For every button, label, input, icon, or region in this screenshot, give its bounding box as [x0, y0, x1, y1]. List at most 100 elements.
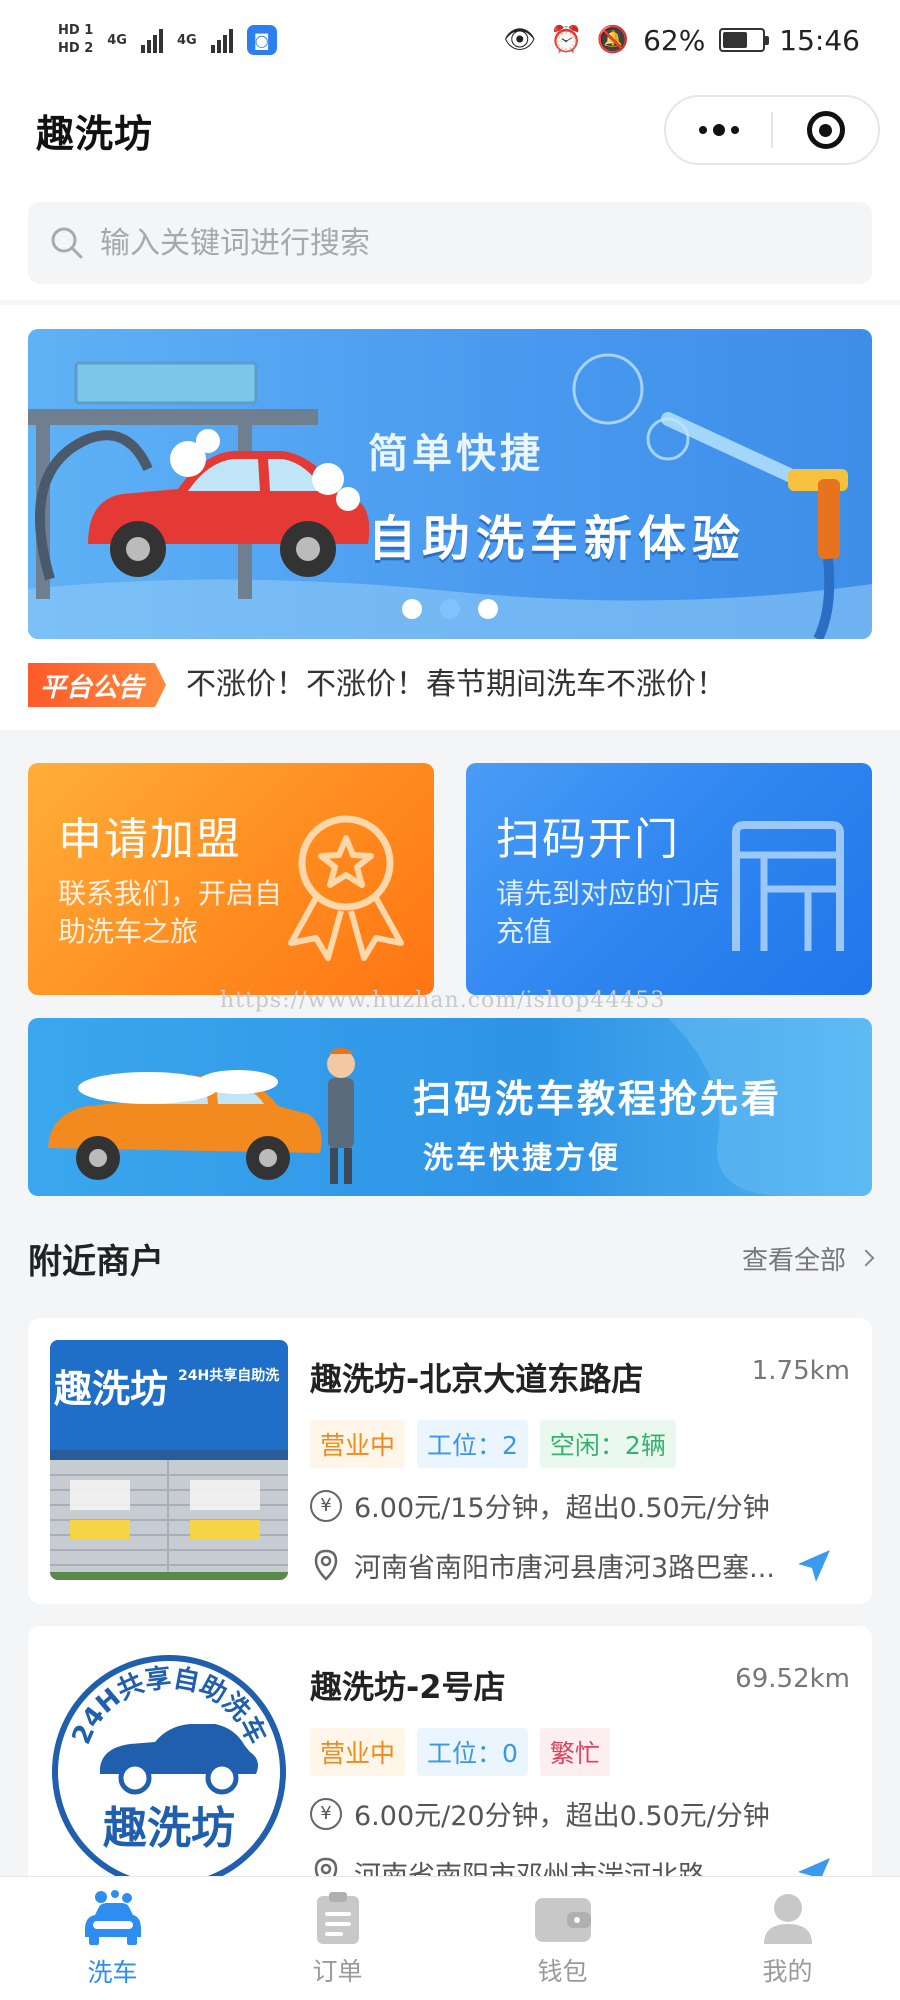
- target-icon: [806, 111, 845, 149]
- announcement-text: 不涨价！不涨价！春节期间洗车不涨价！: [186, 657, 726, 713]
- award-medal-icon: [288, 815, 404, 961]
- store-sign-text: 趣洗坊: [54, 1367, 168, 1411]
- merchant-name: 趣洗坊-2号店: [310, 1668, 506, 1706]
- tab-label: 钱包: [537, 1956, 588, 1986]
- merchant-address: 河南省南阳市唐河县唐河3路巴塞...: [310, 1546, 810, 1585]
- order-icon: [316, 1891, 359, 1944]
- carousel-dot[interactable]: [478, 599, 498, 619]
- clock-time: 15:46: [779, 23, 860, 57]
- mute-bell-icon: 🔕: [596, 25, 630, 55]
- app-notification-icon: ◙: [246, 25, 277, 55]
- banner-line2: 自助洗车新体验: [368, 511, 747, 567]
- tab-car-wash[interactable]: 洗车: [0, 1877, 225, 2000]
- tab-profile[interactable]: 我的: [675, 1877, 900, 2000]
- location-pin-icon: [314, 1549, 338, 1581]
- search-section: [0, 180, 900, 300]
- tab-orders[interactable]: 订单: [225, 1877, 450, 2000]
- franchise-title: 申请加盟: [58, 814, 242, 865]
- slots-badge: 工位：2: [417, 1420, 528, 1468]
- nav-bar: 趣洗坊: [0, 80, 900, 180]
- network-label-2: 4G: [176, 32, 197, 48]
- merchant-card[interactable]: 24H共享自助洗车 趣洗坊 趣洗坊-2号店 69.52km 营业中 工位：0 繁…: [28, 1626, 872, 1912]
- battery-percent: 62%: [643, 23, 706, 57]
- yen-coin-icon: ¥: [310, 1489, 342, 1522]
- network-label-1: 4G: [107, 32, 127, 48]
- banner-line1: 简单快捷: [368, 431, 544, 477]
- carousel-dot[interactable]: [402, 599, 422, 619]
- tab-wallet[interactable]: 钱包: [450, 1877, 675, 2000]
- tab-label: 订单: [312, 1956, 363, 1986]
- status-left: HD 1 HD 2 4G 4G ◙: [58, 22, 277, 58]
- profile-icon: [763, 1893, 812, 1944]
- slots-badge: 工位：0: [417, 1728, 528, 1776]
- merchant-tags: 营业中 工位：2 空闲：2辆: [310, 1420, 676, 1468]
- watermark-text: https://www.huzhan.com/ishop44453: [220, 988, 666, 1013]
- tutorial-line2: 洗车快捷方便: [423, 1141, 621, 1176]
- brand-logo-image: 24H共享自助洗车 趣洗坊: [50, 1648, 288, 1888]
- hd1-label: HD 1: [58, 23, 94, 38]
- close-miniprogram-button[interactable]: [773, 97, 878, 163]
- merchant-tags: 营业中 工位：0 繁忙: [310, 1728, 610, 1776]
- signal-icon: [140, 27, 163, 53]
- carousel-indicator: [28, 599, 872, 619]
- alarm-icon: ⏰: [550, 25, 583, 55]
- announcement-bar[interactable]: 平台公告 不涨价！不涨价！春节期间洗车不涨价！: [28, 657, 872, 713]
- address-text: 河南省南阳市唐河县唐河3路巴塞...: [354, 1553, 775, 1584]
- search-input[interactable]: [100, 225, 850, 261]
- tab-label: 洗车: [87, 1957, 138, 1987]
- app-screen: HD 1 HD 2 4G 4G ◙ 👁 ⏰ 🔕 62% 15:46 趣洗坊 输入…: [0, 0, 900, 2000]
- logo-brand-text: 趣洗坊: [103, 1803, 235, 1854]
- availability-badge: 空闲：2辆: [539, 1420, 676, 1468]
- page-title: 趣洗坊: [36, 111, 154, 156]
- wallet-icon: [534, 1897, 591, 1942]
- merchant-distance: 1.75km: [751, 1356, 850, 1386]
- yen-coin-icon: ¥: [310, 1797, 342, 1830]
- tutorial-banner[interactable]: 扫码洗车教程抢先看 洗车快捷方便: [28, 1018, 872, 1196]
- merchant-price: ¥ 6.00元/20分钟，超出0.50元/分钟: [310, 1794, 770, 1833]
- announcement-line: 不涨价！不涨价！春节期间洗车不涨价！: [186, 667, 727, 702]
- view-all-label: 查看全部: [741, 1245, 846, 1276]
- banner-section: 简单快捷 自助洗车新体验 平台公告 不涨价！不涨价！春节期间洗车不涨价！: [0, 305, 900, 730]
- franchise-subtitle: 联系我们，开启自助洗车之旅: [58, 877, 283, 948]
- bottom-tab-bar: 洗车 订单 钱包 我的: [0, 1876, 900, 2000]
- more-dots-icon: [698, 124, 739, 136]
- storefront-image: 趣洗坊 24H共享自助洗: [50, 1340, 288, 1580]
- hd-indicators: HD 1 HD 2: [58, 22, 93, 58]
- view-all-link[interactable]: 查看全部: [741, 1240, 875, 1277]
- status-badge: 营业中: [310, 1420, 406, 1468]
- merchant-photo: 趣洗坊 24H共享自助洗: [50, 1340, 288, 1580]
- banner-illustration: [28, 353, 872, 639]
- tutorial-line1: 扫码洗车教程抢先看: [413, 1077, 783, 1121]
- nearby-header: 附近商户 查看全部: [28, 1228, 875, 1288]
- car-wash-icon: [84, 1889, 141, 1945]
- chevron-right-icon: [857, 1249, 875, 1267]
- scan-subtitle: 请先到对应的门店充值: [496, 877, 721, 948]
- merchant-card[interactable]: 趣洗坊 24H共享自助洗 趣洗坊-北京大道东路店 1.75km 营业中 工位：2…: [28, 1318, 872, 1604]
- merchant-logo: 24H共享自助洗车 趣洗坊: [50, 1648, 288, 1888]
- eye-icon: 👁: [503, 25, 537, 55]
- status-right: 👁 ⏰ 🔕 62% 15:46: [503, 24, 860, 57]
- status-badge: 营业中: [310, 1728, 406, 1776]
- merchant-price: ¥ 6.00元/15分钟，超出0.50元/分钟: [310, 1486, 770, 1525]
- scan-open-door-card[interactable]: 扫码开门 请先到对应的门店充值: [466, 763, 872, 995]
- battery-icon: [719, 28, 770, 52]
- signal-icon-2: [210, 27, 233, 53]
- status-bar: HD 1 HD 2 4G 4G ◙ 👁 ⏰ 🔕 62% 15:46: [0, 0, 900, 80]
- banner-carousel[interactable]: 简单快捷 自助洗车新体验: [28, 329, 872, 639]
- more-button[interactable]: [666, 97, 771, 163]
- tab-label: 我的: [762, 1956, 813, 1986]
- carousel-dot-active[interactable]: [440, 599, 460, 619]
- nearby-title: 附近商户: [28, 1241, 164, 1282]
- announcement-tag: 平台公告: [28, 663, 167, 707]
- navigate-arrow-icon[interactable]: [796, 1548, 832, 1584]
- search-bar[interactable]: [28, 202, 872, 284]
- price-text: 6.00元/20分钟，超出0.50元/分钟: [354, 1801, 770, 1832]
- price-text: 6.00元/15分钟，超出0.50元/分钟: [354, 1493, 770, 1524]
- gate-door-icon: [732, 821, 844, 951]
- merchant-name: 趣洗坊-北京大道东路店: [310, 1360, 644, 1398]
- apply-franchise-card[interactable]: 申请加盟 联系我们，开启自助洗车之旅: [28, 763, 434, 995]
- availability-badge: 繁忙: [539, 1728, 610, 1776]
- miniprogram-capsule: [664, 95, 880, 165]
- merchant-distance: 69.52km: [735, 1664, 850, 1694]
- hd2-label: HD 2: [58, 41, 94, 56]
